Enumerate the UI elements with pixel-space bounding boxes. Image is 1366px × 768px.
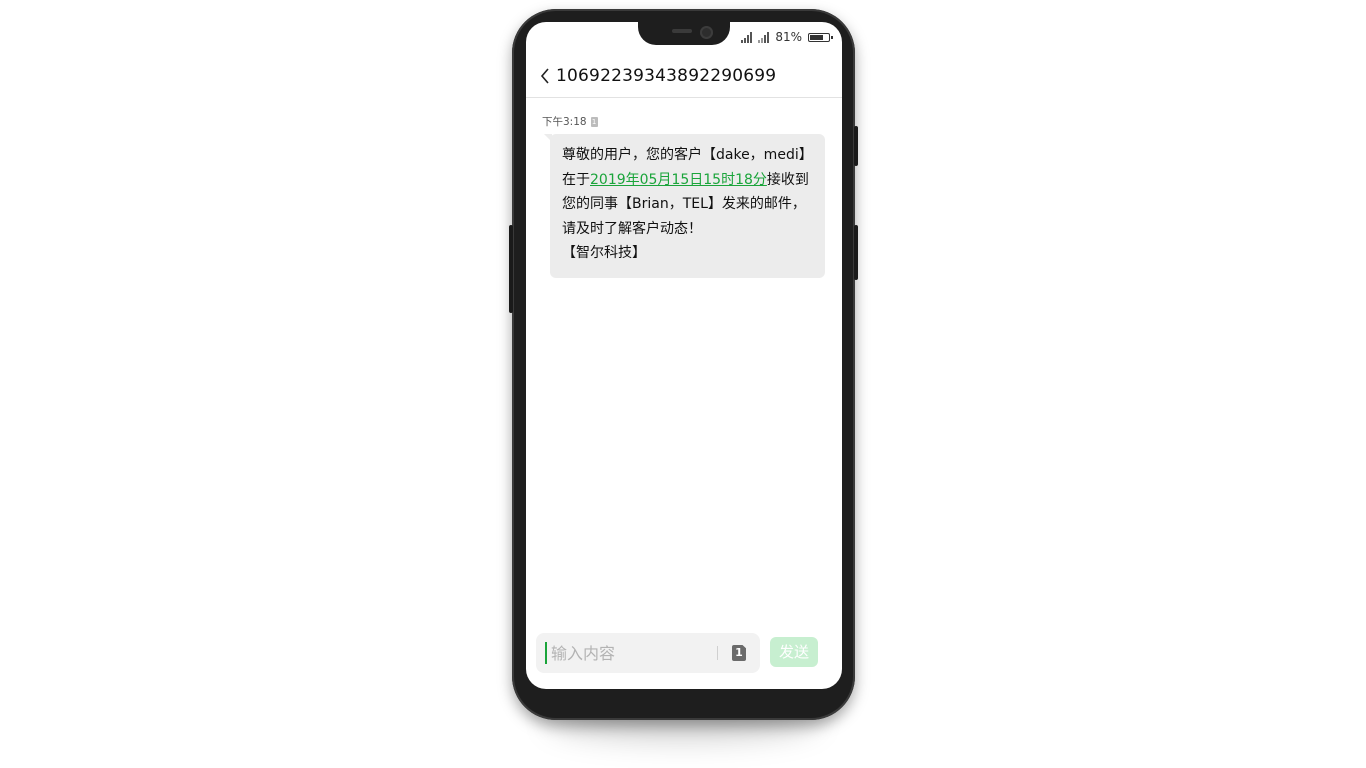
composer-divider [717, 646, 718, 660]
phone-screen: 81% 10692239343892290699 下午3:18 1 尊敬的用户，… [526, 22, 842, 689]
message-composer: 1 [536, 633, 760, 673]
send-button[interactable]: 发送 [770, 637, 818, 667]
message-text: 尊敬的用户，您的客户【dake，medi】 [562, 147, 813, 163]
message-text: 接收到 [766, 171, 809, 188]
sim-card-icon: 1 [590, 116, 598, 127]
sim-select-icon[interactable]: 1 [732, 645, 746, 661]
conversation-header: 10692239343892290699 [526, 55, 842, 98]
timestamp-text: 下午3:18 [542, 116, 587, 128]
message-text: 您的同事【Brian，TEL】发来的邮件， [562, 196, 806, 212]
message-bubble[interactable]: 尊敬的用户，您的客户【dake，medi】 在于2019年05月15日15时18分… [544, 134, 825, 278]
power-button-right [854, 126, 858, 166]
message-line: 您的同事【Brian，TEL】发来的邮件， [562, 192, 817, 217]
volume-button-left [509, 225, 513, 313]
message-line: 请及时了解客户动态！ [562, 217, 817, 242]
text-cursor [545, 642, 547, 664]
stage: 81% 10692239343892290699 下午3:18 1 尊敬的用户，… [0, 0, 1366, 768]
button-right-lower [854, 225, 858, 280]
message-text: 在于 [562, 171, 590, 188]
message-line: 【智尔科技】 [562, 241, 817, 266]
message-timestamp: 下午3:18 1 [542, 114, 598, 129]
earpiece-speaker [672, 29, 692, 33]
signal-icon [741, 31, 753, 43]
status-bar: 81% [741, 29, 833, 45]
battery-icon [808, 32, 833, 42]
front-camera-icon [700, 26, 713, 39]
sender-number: 10692239343892290699 [556, 66, 777, 86]
message-line: 在于2019年05月15日15时18分接收到 [562, 168, 817, 193]
notch [638, 22, 730, 45]
signal-icon-2 [758, 31, 770, 43]
back-chevron-icon[interactable] [540, 68, 552, 84]
message-input[interactable] [549, 642, 713, 664]
message-text: 【智尔科技】 [562, 245, 646, 261]
battery-percent: 81% [775, 30, 802, 44]
message-line: 尊敬的用户，您的客户【dake，medi】 [562, 143, 817, 168]
message-text: 请及时了解客户动态！ [562, 220, 702, 237]
date-link[interactable]: 2019年05月15日15时18分 [590, 172, 767, 188]
